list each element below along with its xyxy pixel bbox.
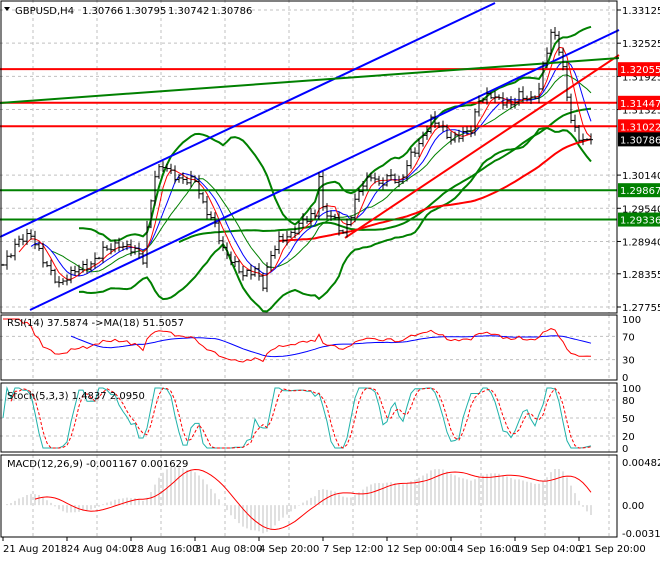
time-axis-label: 21 Sep 20:00 (579, 544, 646, 555)
price-level-label: 1.31447 (620, 99, 660, 110)
price-axis-label: 1.28940 (622, 237, 660, 248)
close-value: 1.30786 (211, 6, 252, 17)
price-axis-label: 1.33125 (622, 6, 660, 17)
macd-panel[interactable] (3, 467, 592, 534)
rsi-label: RSI(14) 37.5874 ->MA(18) 51.5057 (7, 318, 184, 329)
stoch-axis-label: 80 (622, 396, 635, 407)
axes: 1.331251.325251.319251.313251.301401.295… (0, 0, 660, 555)
bollinger-upper-band (79, 25, 592, 242)
stoch-axis-label: 0 (622, 444, 628, 455)
macd-axis-label: 0.004826 (622, 458, 660, 469)
stoch-axis-label: 50 (622, 414, 635, 425)
ma-5-line (18, 46, 592, 280)
time-axis-label: 24 Aug 04:00 (67, 544, 134, 555)
trading-chart[interactable]: 1.331251.325251.319251.313251.301401.295… (0, 0, 660, 560)
price-axis-label: 1.30140 (622, 171, 660, 182)
time-axis-label: 19 Sep 04:00 (515, 544, 582, 555)
time-axis-label: 12 Sep 00:00 (387, 544, 454, 555)
red-support-trend (344, 54, 620, 239)
price-panel[interactable] (0, 2, 620, 313)
time-axis-label: 21 Aug 2018 (3, 544, 67, 555)
blue-channel-upper (0, 2, 496, 238)
stoch-axis-label: 100 (622, 384, 641, 395)
macd-signal-line (34, 468, 592, 531)
time-axis-label: 28 Aug 16:00 (131, 544, 198, 555)
stoch-label: Stoch(5,3,3) 1.4837 2.0950 (7, 391, 145, 402)
symbol-label: GBPUSD,H4 (15, 6, 74, 17)
price-level-label: 1.32055 (620, 65, 660, 76)
macd-axis-label: -0.003124 (622, 529, 660, 540)
time-axis-label: 31 Aug 08:00 (195, 544, 262, 555)
open-value: 1.30766 (82, 6, 123, 17)
chart-header: GBPUSD,H4 1.30766 1.30795 1.30742 1.3078… (4, 6, 252, 17)
price-level-label: 1.30786 (620, 135, 660, 146)
price-level-label: 1.31022 (620, 122, 660, 133)
stoch-axis-label: 20 (622, 432, 635, 443)
rsi-axis-label: 0 (622, 373, 628, 384)
price-axis-label: 1.32525 (622, 39, 660, 50)
price-axis-label: 1.27755 (622, 303, 660, 314)
rsi-axis-label: 70 (622, 332, 635, 343)
blue-channel-lower (29, 29, 620, 311)
price-axis-label: 1.28355 (622, 270, 660, 281)
macd-label: MACD(12,26,9) -0.001167 0.001629 (7, 459, 188, 470)
dropdown-triangle-icon[interactable] (4, 7, 10, 11)
macd-axis-label: 0.00 (622, 501, 644, 512)
time-axis-label: 4 Sep 20:00 (259, 544, 319, 555)
time-axis-label: 7 Sep 12:00 (323, 544, 383, 555)
ma-13-line (50, 74, 592, 273)
price-level-label: 1.29867 (620, 186, 660, 197)
low-value: 1.30742 (168, 6, 209, 17)
high-value: 1.30795 (125, 6, 166, 17)
time-axis-label: 14 Sep 16:00 (451, 544, 518, 555)
green-long-trend (0, 57, 620, 104)
price-level-label: 1.29336 (620, 216, 660, 227)
rsi-axis-label: 100 (622, 315, 641, 326)
rsi-axis-label: 30 (622, 356, 635, 367)
